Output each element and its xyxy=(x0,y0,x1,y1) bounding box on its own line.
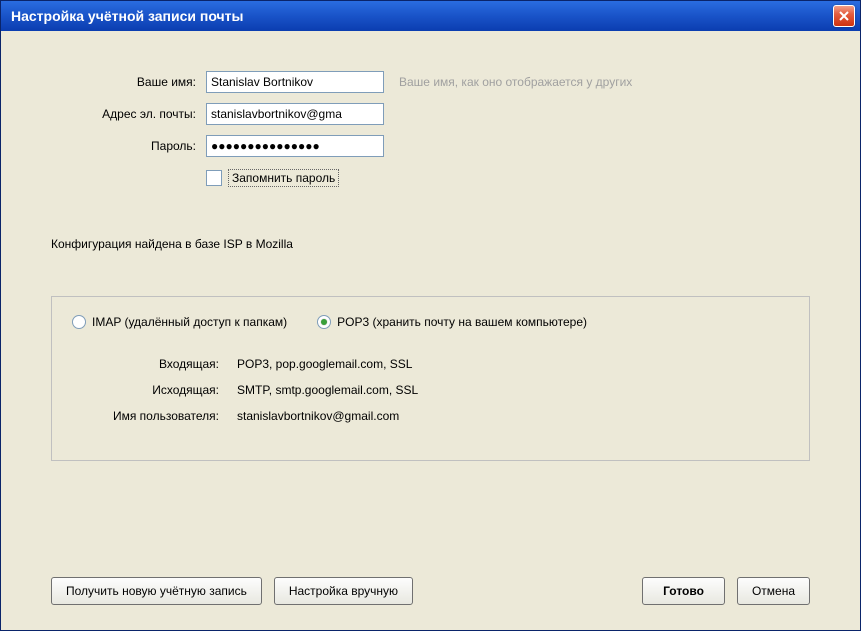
remember-label[interactable]: Запомнить пароль xyxy=(228,169,339,187)
manual-config-button[interactable]: Настройка вручную xyxy=(274,577,413,605)
name-row: Ваше имя: Ваше имя, как оно отображается… xyxy=(51,71,810,93)
pop3-radio-label: POP3 (хранить почту на вашем компьютере) xyxy=(337,315,587,329)
email-row: Адрес эл. почты: xyxy=(51,103,810,125)
dialog-content: Ваше имя: Ваше имя, как оно отображается… xyxy=(1,31,860,630)
imap-radio-option[interactable]: IMAP (удалённый доступ к папкам) xyxy=(72,315,287,329)
config-panel: IMAP (удалённый доступ к папкам) POP3 (х… xyxy=(51,296,810,461)
name-hint: Ваше имя, как оно отображается у других xyxy=(399,75,632,89)
pop3-radio xyxy=(317,315,331,329)
username-value: stanislavbortnikov@gmail.com xyxy=(237,409,399,423)
new-account-button[interactable]: Получить новую учётную запись xyxy=(51,577,262,605)
status-message: Конфигурация найдена в базе ISP в Mozill… xyxy=(51,237,810,251)
remember-checkbox[interactable] xyxy=(206,170,222,186)
titlebar: Настройка учётной записи почты xyxy=(1,1,860,31)
dialog-window: Настройка учётной записи почты Ваше имя:… xyxy=(0,0,861,631)
window-title: Настройка учётной записи почты xyxy=(11,8,244,24)
name-label: Ваше имя: xyxy=(51,75,206,89)
remember-row: Запомнить пароль xyxy=(206,169,810,187)
imap-radio xyxy=(72,315,86,329)
done-button[interactable]: Готово xyxy=(642,577,725,605)
name-input[interactable] xyxy=(206,71,384,93)
incoming-row: Входящая: POP3, pop.googlemail.com, SSL xyxy=(72,357,789,371)
outgoing-row: Исходящая: SMTP, smtp.googlemail.com, SS… xyxy=(72,383,789,397)
button-bar: Получить новую учётную запись Настройка … xyxy=(51,552,810,605)
outgoing-value: SMTP, smtp.googlemail.com, SSL xyxy=(237,383,418,397)
close-button[interactable] xyxy=(833,5,855,27)
password-label: Пароль: xyxy=(51,139,206,153)
outgoing-label: Исходящая: xyxy=(72,383,237,397)
imap-radio-label: IMAP (удалённый доступ к папкам) xyxy=(92,315,287,329)
cancel-button[interactable]: Отмена xyxy=(737,577,810,605)
password-row: Пароль: xyxy=(51,135,810,157)
close-icon xyxy=(838,10,850,22)
username-label: Имя пользователя: xyxy=(72,409,237,423)
incoming-value: POP3, pop.googlemail.com, SSL xyxy=(237,357,412,371)
email-input[interactable] xyxy=(206,103,384,125)
password-input[interactable] xyxy=(206,135,384,157)
email-label: Адрес эл. почты: xyxy=(51,107,206,121)
protocol-radio-group: IMAP (удалённый доступ к папкам) POP3 (х… xyxy=(72,315,789,329)
pop3-radio-option[interactable]: POP3 (хранить почту на вашем компьютере) xyxy=(317,315,587,329)
username-row: Имя пользователя: stanislavbortnikov@gma… xyxy=(72,409,789,423)
incoming-label: Входящая: xyxy=(72,357,237,371)
